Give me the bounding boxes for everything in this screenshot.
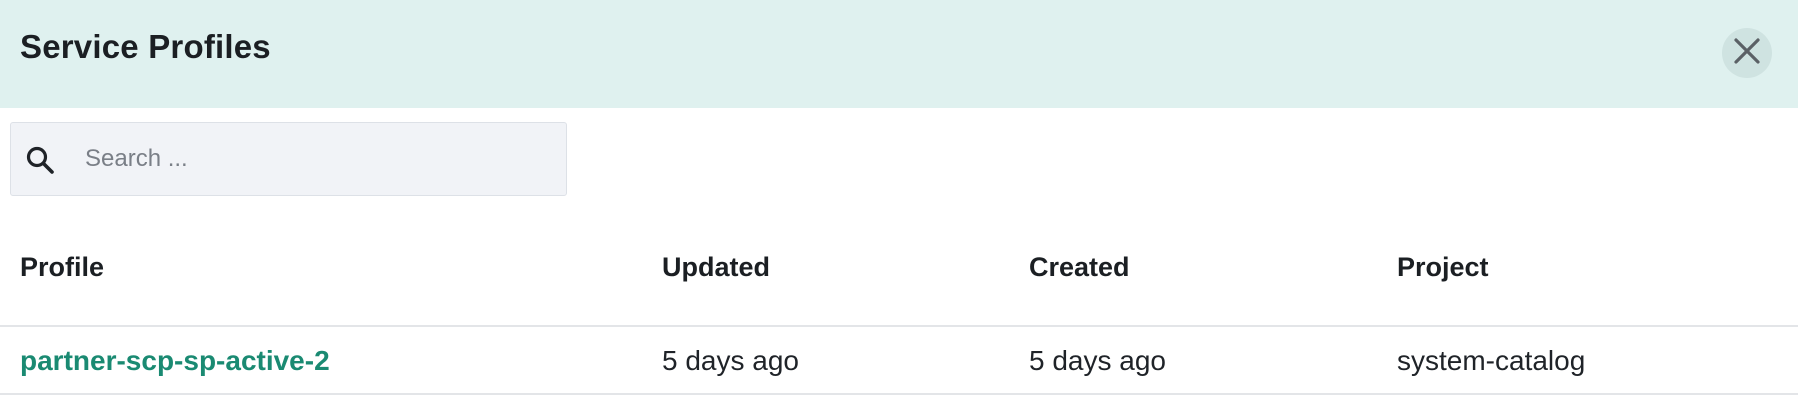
close-button[interactable]	[1722, 28, 1772, 78]
search-icon	[23, 143, 57, 177]
column-header-project[interactable]: Project	[1397, 252, 1489, 283]
profile-cell: partner-scp-sp-active-2	[20, 345, 330, 377]
page-title: Service Profiles	[20, 28, 271, 65]
table-header: Profile Updated Created Project	[0, 232, 1798, 327]
profiles-table: Profile Updated Created Project partner-…	[0, 232, 1798, 395]
column-header-profile[interactable]: Profile	[20, 252, 104, 283]
search-input[interactable]	[73, 123, 553, 195]
updated-cell: 5 days ago	[662, 345, 799, 376]
column-header-created[interactable]: Created	[1029, 252, 1130, 283]
table-row: partner-scp-sp-active-2 5 days ago 5 day…	[0, 327, 1798, 395]
service-profiles-panel: Service Profiles Profile Updated Created…	[0, 0, 1798, 402]
project-cell: system-catalog	[1397, 345, 1586, 376]
panel-header: Service Profiles	[0, 0, 1798, 108]
profile-link[interactable]: partner-scp-sp-active-2	[20, 345, 330, 376]
created-cell: 5 days ago	[1029, 345, 1166, 376]
search-box[interactable]	[10, 122, 567, 196]
close-icon	[1732, 36, 1762, 71]
column-header-updated[interactable]: Updated	[662, 252, 770, 283]
